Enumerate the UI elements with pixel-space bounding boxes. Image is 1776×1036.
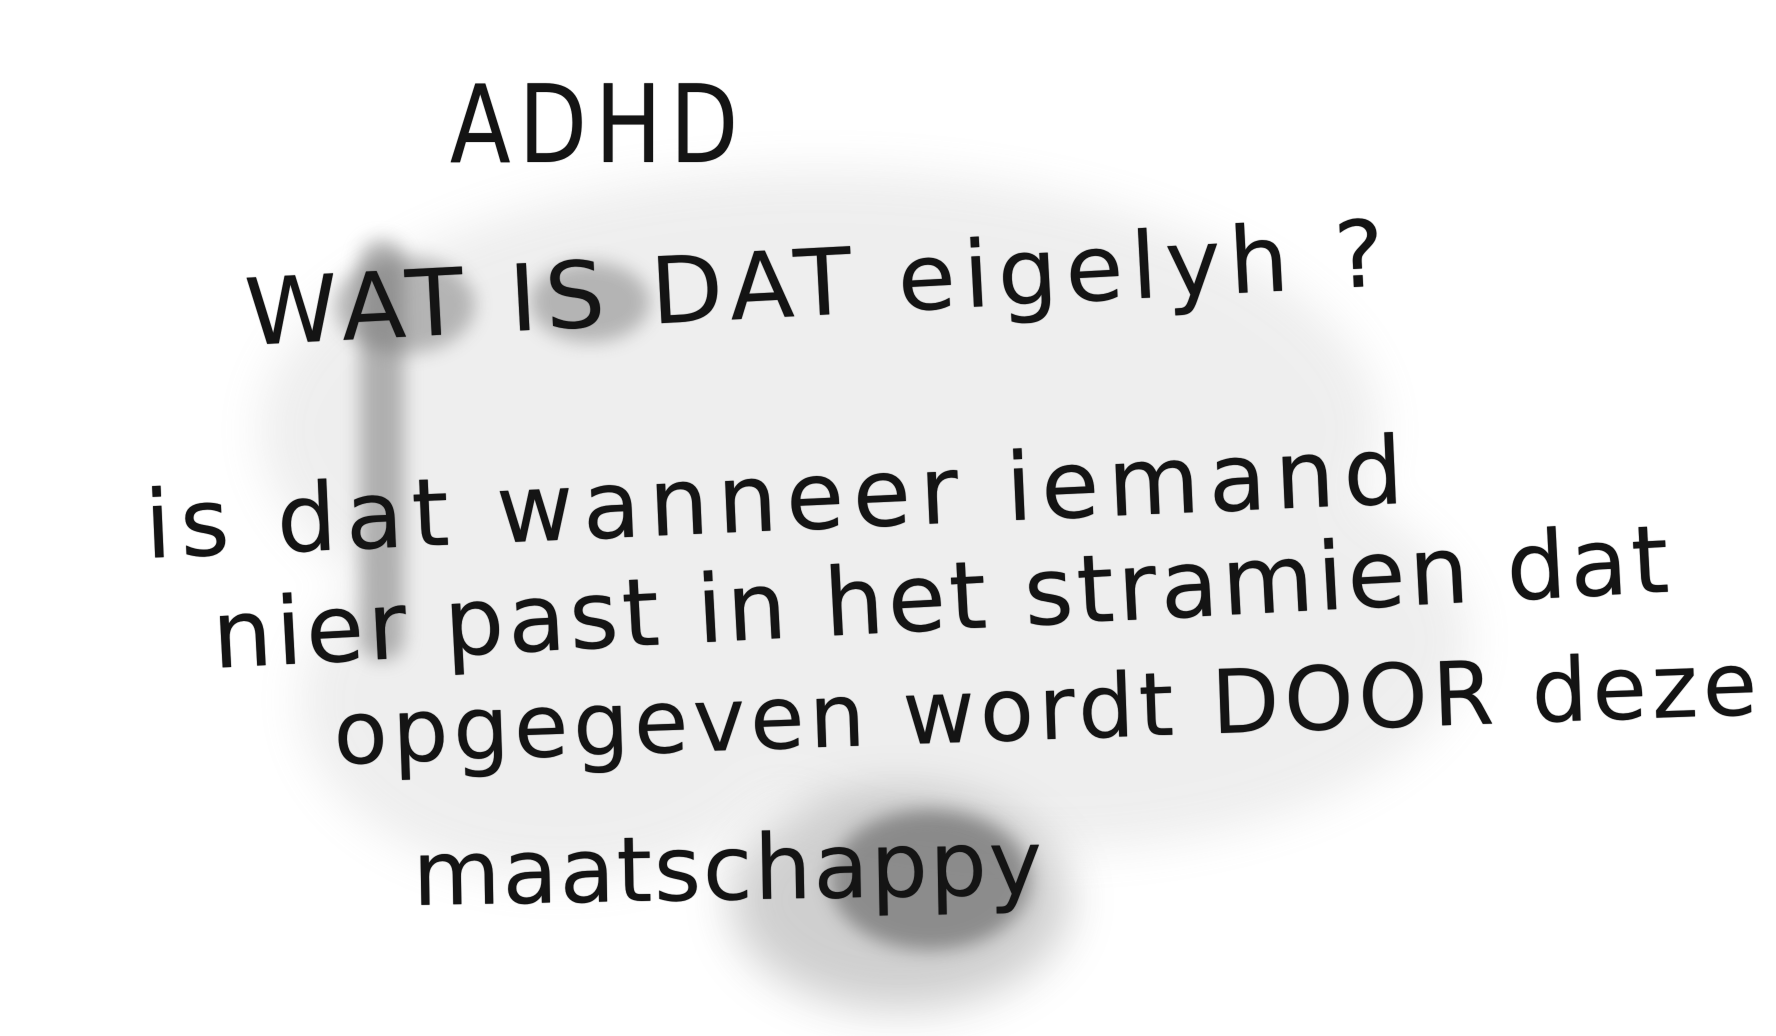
note-body-line-4: maatschappy: [411, 810, 1045, 927]
paper-sheet: ADHD WAT IS DAT eigelyh ? is dat wanneer…: [0, 0, 1776, 1036]
note-title: ADHD: [450, 63, 747, 188]
